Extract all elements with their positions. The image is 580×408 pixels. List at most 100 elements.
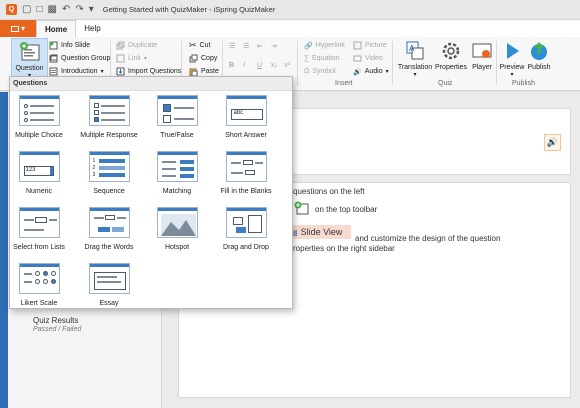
question-type-likert-scale[interactable]: Likert Scale [5, 263, 73, 307]
link-label: Link [128, 55, 141, 62]
italic-button[interactable]: I [243, 60, 245, 71]
question-type-label: Sequence [93, 188, 125, 195]
drag-and-drop-icon [225, 207, 267, 238]
question-type-label: True/False [160, 132, 194, 139]
ribbon-separator [496, 41, 497, 85]
ribbon-separator [297, 41, 298, 85]
hyperlink-icon: 🔗 [304, 42, 313, 50]
properties-button[interactable]: Properties [434, 40, 468, 71]
question-type-multiple-response[interactable]: Multiple Response [75, 95, 143, 139]
picture-button[interactable]: Picture [353, 40, 387, 51]
symbol-icon: Ω [304, 68, 310, 75]
symbol-button[interactable]: Ω Symbol [304, 66, 336, 77]
duplicate-label: Duplicate [128, 42, 158, 49]
customize-qat-icon[interactable]: ▾ [89, 4, 94, 15]
subscript-button[interactable]: x₂ [271, 60, 277, 71]
sequence-number: 3 [92, 172, 96, 178]
decrease-indent-button[interactable]: ⇤ [257, 40, 263, 51]
bullet-list-button[interactable]: ☰ [229, 40, 235, 51]
link-dropdown-arrow-icon: ▾ [143, 56, 147, 62]
title-bar: Q ▢ □ ▩ ↶ ↷ ▾ Getting Started with QuizM… [0, 0, 580, 20]
question-type-label: Matching [162, 188, 192, 195]
video-label: Video [365, 55, 383, 62]
superscript-button[interactable]: x² [284, 60, 290, 71]
preview-button[interactable]: Preview ▾ [499, 40, 525, 78]
question-type-select-from-lists[interactable]: Select from Lists [5, 207, 73, 251]
question-type-hotspot[interactable]: Hotspot [143, 207, 211, 251]
underline-button[interactable]: U [257, 60, 262, 71]
ribbon-separator [392, 41, 393, 85]
question-type-essay[interactable]: Essay [75, 263, 143, 307]
question-type-drag-and-drop[interactable]: Drag and Drop [212, 207, 280, 251]
question-group-label: Question Group [61, 55, 111, 62]
player-button[interactable]: Player [470, 40, 494, 71]
equation-button[interactable]: ∑ Equation [304, 53, 340, 64]
bold-button[interactable]: B [229, 60, 234, 71]
svg-text:A: A [409, 44, 415, 53]
undo-icon[interactable]: ↶ [62, 4, 70, 15]
audio-label: Audio [364, 68, 383, 75]
increase-indent-button[interactable]: ⇥ [271, 40, 277, 51]
decrease-indent-icon: ⇤ [257, 42, 263, 50]
question-type-label: Drag the Words [84, 244, 134, 251]
questions-dropdown: Questions Multiple Choice Multiple Respo… [9, 76, 293, 309]
equation-label: Equation [312, 55, 340, 62]
tab-help[interactable]: Help [76, 20, 108, 37]
question-group-button[interactable]: Question Group [49, 53, 110, 64]
symbol-label: Symbol [312, 68, 336, 75]
question-type-true-false[interactable]: True/False [143, 95, 211, 139]
preview-dropdown-arrow-icon: ▾ [510, 72, 514, 78]
player-label: Player [472, 64, 492, 71]
link-button[interactable]: Link ▾ [116, 53, 147, 64]
file-menu-tab[interactable]: ▾ [0, 20, 36, 37]
hyperlink-button[interactable]: 🔗 Hyperlink [304, 40, 345, 51]
scissors-icon: ✂ [189, 40, 197, 50]
new-file-icon[interactable]: ▢ [22, 4, 31, 15]
question-type-label: Short Answer [225, 132, 267, 139]
question-type-label: Hotspot [164, 244, 190, 251]
translation-icon: A [404, 40, 426, 62]
question-type-numeric[interactable]: 123 Numeric [5, 151, 73, 195]
copy-button[interactable]: Copy [189, 53, 217, 64]
question-button[interactable]: Question ▾ [13, 41, 46, 79]
duplicate-button[interactable]: Duplicate [116, 40, 157, 51]
question-type-label: Multiple Choice [15, 132, 63, 139]
globe-upload-icon [528, 40, 550, 62]
question-type-fill-in-blanks[interactable]: Fill in the Blanks [212, 151, 280, 195]
info-slide-icon [49, 41, 58, 50]
hyperlink-label: Hyperlink [315, 42, 345, 49]
introduction-dropdown-arrow-icon: ▾ [100, 69, 104, 75]
redo-icon[interactable]: ↷ [75, 4, 83, 15]
multiple-choice-icon [18, 95, 60, 126]
save-icon[interactable]: ▩ [48, 4, 57, 15]
import-questions-icon [116, 67, 125, 76]
translation-dropdown-arrow-icon: ▾ [413, 72, 417, 78]
likert-scale-icon [18, 263, 60, 294]
equation-icon: ∑ [304, 55, 309, 62]
play-icon [501, 40, 523, 62]
question-button-label: Question [15, 65, 44, 72]
open-folder-icon[interactable]: □ [36, 4, 42, 15]
question-type-drag-words[interactable]: Drag the Words [75, 207, 143, 251]
question-type-matching[interactable]: Matching [143, 151, 211, 195]
import-questions-label: Import Questions [128, 68, 182, 75]
question-group-icon [49, 54, 58, 63]
slide-item-title[interactable]: Quiz Results [33, 316, 78, 325]
audio-button[interactable]: 🔊 Audio ▾ [353, 66, 389, 77]
cut-label: Cut [199, 42, 211, 49]
video-button[interactable]: Video [353, 53, 383, 64]
translation-button[interactable]: A Translation ▾ [398, 40, 432, 78]
numeric-icon: 123 [18, 151, 60, 182]
numbered-list-button[interactable]: ☰ [243, 40, 249, 51]
add-question-icon [292, 201, 312, 215]
select-from-lists-icon [18, 207, 60, 238]
info-slide-button[interactable]: Info Slide [49, 40, 90, 51]
tab-home[interactable]: Home [36, 20, 77, 37]
publish-button[interactable]: Publish [526, 40, 552, 71]
cut-button[interactable]: ✂ Cut [189, 40, 210, 51]
audio-dropdown-arrow-icon: ▾ [385, 69, 389, 75]
slide-audio-button[interactable]: 🔊 [544, 134, 561, 151]
question-type-sequence[interactable]: 1 2 3 Sequence [75, 151, 143, 195]
question-type-short-answer[interactable]: abc Short Answer [212, 95, 280, 139]
question-type-multiple-choice[interactable]: Multiple Choice [5, 95, 73, 139]
